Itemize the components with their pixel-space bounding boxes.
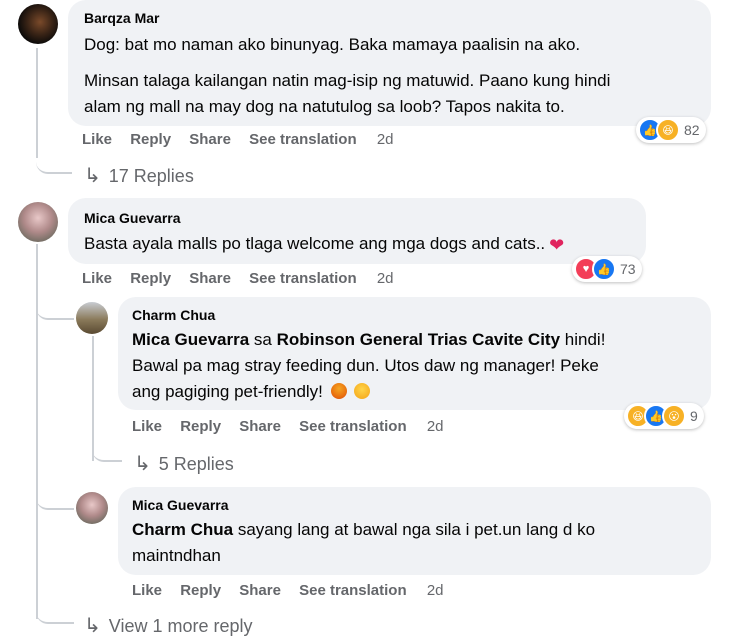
reply-actions: Like Reply Share See translation 2d	[132, 582, 458, 599]
replies-count-label: 17 Replies	[108, 166, 194, 186]
reply-author[interactable]: Charm Chua	[132, 307, 215, 323]
reaction-summary[interactable]: 😆 👍 😮 9	[624, 403, 704, 429]
timestamp[interactable]: 2d	[377, 131, 394, 148]
thread-curve	[36, 490, 74, 510]
comment-author[interactable]: Mica Guevarra	[84, 210, 181, 226]
see-translation-link[interactable]: See translation	[299, 418, 407, 435]
reply-button[interactable]: Reply	[130, 270, 171, 287]
comment-bubble: Mica Guevarra Basta ayala malls po tlaga…	[68, 198, 646, 264]
frustrated-emoji-icon	[354, 383, 371, 399]
reply-text: Mica Guevarra sa Robinson General Trias …	[132, 327, 605, 353]
reply-button[interactable]: Reply	[130, 131, 171, 148]
reaction-count: 73	[620, 261, 636, 277]
comment-text: alam ng mall na may dog na natutulog sa …	[84, 97, 565, 116]
like-icon: 👍	[592, 257, 616, 281]
comment-text: Dog: bat mo naman ako binunyag. Baka mam…	[84, 35, 581, 54]
comment-actions: Like Reply Share See translation 2d	[82, 131, 408, 148]
comment-text-content: Basta ayala malls po tlaga welcome ang m…	[84, 234, 546, 253]
mention-link[interactable]: Charm Chua	[132, 520, 233, 539]
reply-text: maintndhan	[132, 546, 221, 565]
timestamp[interactable]: 2d	[377, 270, 394, 287]
avatar[interactable]	[18, 202, 58, 242]
reply-bubble: Mica Guevarra Charm Chua sayang lang at …	[118, 487, 711, 575]
like-button[interactable]: Like	[82, 131, 112, 148]
see-translation-link[interactable]: See translation	[249, 131, 357, 148]
reply-author[interactable]: Mica Guevarra	[132, 497, 229, 513]
view-replies-link[interactable]: ↳ 5 Replies	[134, 451, 234, 476]
comment-author[interactable]: Barqza Mar	[84, 10, 159, 26]
reply-text-content: hindi!	[564, 330, 606, 349]
reply-text: Charm Chua sayang lang at bawal nga sila…	[132, 517, 595, 543]
reply-actions: Like Reply Share See translation 2d	[132, 418, 458, 435]
see-translation-link[interactable]: See translation	[299, 582, 407, 599]
comment-actions: Like Reply Share See translation 2d	[82, 270, 408, 287]
timestamp[interactable]: 2d	[427, 582, 444, 599]
reply-button[interactable]: Reply	[180, 418, 221, 435]
thread-curve	[36, 140, 72, 174]
reaction-count: 9	[690, 408, 698, 424]
comment-bubble: Barqza Mar Dog: bat mo naman ako binunya…	[68, 0, 711, 126]
share-button[interactable]: Share	[239, 582, 281, 599]
share-button[interactable]: Share	[239, 418, 281, 435]
replies-count-label: 5 Replies	[158, 454, 234, 474]
reply-button[interactable]: Reply	[180, 582, 221, 599]
like-button[interactable]: Like	[82, 270, 112, 287]
reply-arrow-icon: ↳	[84, 165, 101, 187]
view-replies-link[interactable]: ↳ 17 Replies	[84, 163, 194, 188]
comment-text: Basta ayala malls po tlaga welcome ang m…	[84, 231, 564, 258]
avatar[interactable]	[76, 302, 108, 334]
comment-text: Minsan talaga kailangan natin mag-isip n…	[84, 71, 611, 90]
mention-link[interactable]: Mica Guevarra	[132, 330, 249, 349]
reaction-summary[interactable]: ♥ 👍 73	[572, 256, 642, 282]
reply-arrow-icon: ↳	[84, 615, 101, 637]
haha-icon: 😆	[656, 118, 680, 142]
reply-text-content: sayang lang at bawal nga sila i pet.un l…	[237, 520, 596, 539]
view-more-replies-link[interactable]: ↳ View 1 more reply	[84, 613, 253, 638]
view-more-label: View 1 more reply	[108, 616, 253, 636]
thread-curve	[92, 440, 122, 462]
share-button[interactable]: Share	[189, 270, 231, 287]
wow-icon: 😮	[662, 404, 686, 428]
share-button[interactable]: Share	[189, 131, 231, 148]
see-translation-link[interactable]: See translation	[249, 270, 357, 287]
reaction-summary[interactable]: 👍 😆 82	[636, 117, 706, 143]
reply-bubble: Charm Chua Mica Guevarra sa Robinson Gen…	[118, 297, 711, 410]
avatar[interactable]	[76, 492, 108, 524]
reply-text-content: ang pagiging pet-friendly!	[132, 382, 323, 401]
reaction-count: 82	[684, 122, 700, 138]
heart-emoji-icon: ❤	[549, 235, 565, 255]
thread-curve	[36, 600, 74, 624]
thread-curve	[36, 300, 74, 320]
reply-text-connector: sa	[253, 330, 272, 349]
reply-text: ang pagiging pet-friendly!	[132, 379, 371, 405]
angry-emoji-icon	[330, 383, 347, 399]
like-button[interactable]: Like	[132, 418, 162, 435]
place-mention-link[interactable]: Robinson General Trias Cavite City	[277, 330, 560, 349]
like-button[interactable]: Like	[132, 582, 162, 599]
avatar[interactable]	[18, 4, 58, 44]
reply-arrow-icon: ↳	[134, 453, 151, 475]
reply-text: Bawal pa mag stray feeding dun. Utos daw…	[132, 356, 599, 375]
timestamp[interactable]: 2d	[427, 418, 444, 435]
